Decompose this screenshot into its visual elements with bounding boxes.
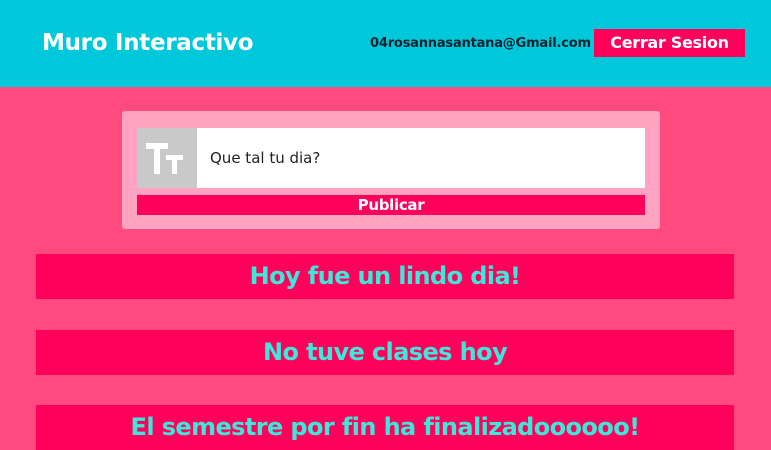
text-size-icon	[137, 128, 197, 188]
post-input[interactable]	[197, 128, 645, 188]
logout-button[interactable]: Cerrar Sesion	[594, 29, 745, 57]
post-item: No tuve clases hoy	[36, 330, 734, 375]
composer-input-row	[137, 128, 645, 188]
post-composer: Publicar	[122, 111, 660, 229]
app-title: Muro Interactivo	[42, 30, 254, 56]
user-email: 04rosannasantana@Gmail.com	[370, 36, 591, 51]
post-item: El semestre por fin ha finalizadoooooo!	[36, 405, 734, 450]
top-header: Muro Interactivo 04rosannasantana@Gmail.…	[0, 0, 771, 87]
publish-button[interactable]: Publicar	[137, 195, 645, 215]
post-item: Hoy fue un lindo dia!	[36, 254, 734, 299]
